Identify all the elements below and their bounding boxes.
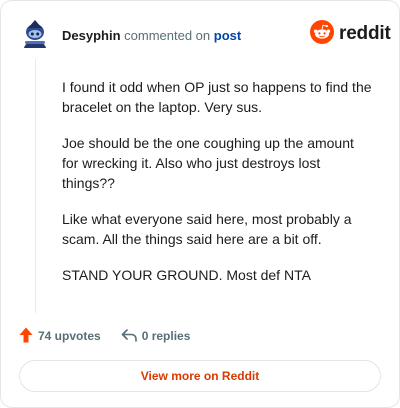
avatar[interactable] xyxy=(20,19,50,49)
comment-actions: 74 upvotes 0 replies xyxy=(19,327,190,345)
reddit-logo[interactable]: reddit xyxy=(310,19,391,49)
comment-paragraph: I found it odd when OP just so happens t… xyxy=(62,79,372,115)
reply-icon xyxy=(121,328,137,345)
comment-header: Desyphin commented on post xyxy=(62,28,241,43)
upvote-arrow-icon xyxy=(19,327,33,346)
upvote-count: 74 upvotes xyxy=(38,329,101,343)
author-name[interactable]: Desyphin xyxy=(62,28,121,43)
comment-paragraph: Like what everyone said here, most proba… xyxy=(62,211,352,247)
replies-count: 0 replies xyxy=(141,329,191,343)
comment-embed-card: Desyphin commented on post reddit I foun… xyxy=(0,0,400,408)
comment-paragraph: Joe should be the one coughing up the am… xyxy=(62,135,354,191)
comment-body: I found it odd when OP just so happens t… xyxy=(62,77,372,301)
post-link[interactable]: post xyxy=(214,28,241,43)
header-action-text: commented on xyxy=(124,28,211,43)
view-more-button[interactable]: View more on Reddit xyxy=(19,360,381,392)
thread-line xyxy=(35,59,36,313)
upvote-button[interactable]: 74 upvotes xyxy=(19,327,101,346)
reddit-logo-icon xyxy=(310,19,334,49)
comment-paragraph: STAND YOUR GROUND. Most def NTA xyxy=(62,267,311,283)
reddit-wordmark: reddit xyxy=(339,23,391,44)
replies-button[interactable]: 0 replies xyxy=(121,328,191,345)
